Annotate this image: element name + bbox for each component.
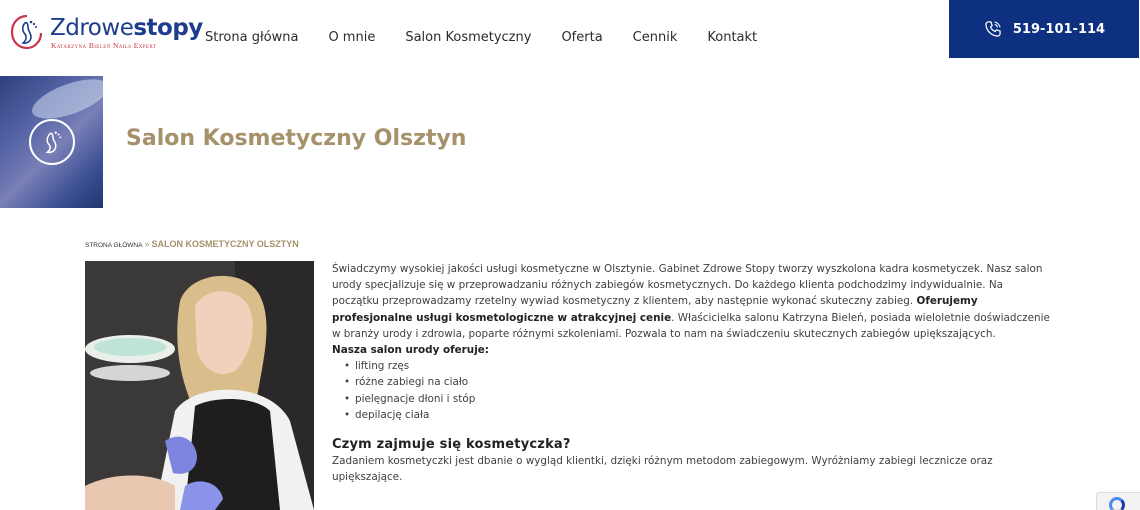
nav-item-home[interactable]: Strona główna (205, 30, 298, 45)
site-header: Zdrowestopy Katarzyna Bieleń Nails Exper… (0, 0, 1140, 76)
page-title: Salon Kosmetyczny Olsztyn (126, 126, 467, 151)
logo-wordmark: Zdrowestopy (50, 15, 203, 41)
list-item: pielęgnacje dłoni i stóp (344, 391, 1052, 407)
breadcrumb-separator: » (144, 239, 150, 249)
nav-item-pricing[interactable]: Cennik (633, 30, 678, 45)
nav-item-salon[interactable]: Salon Kosmetyczny (405, 30, 531, 45)
nav-item-offer[interactable]: Oferta (561, 30, 602, 45)
nav-item-about[interactable]: O mnie (328, 30, 375, 45)
recaptcha-icon (1109, 497, 1125, 510)
list-item: lifting rzęs (344, 358, 1052, 374)
breadcrumb: Strona główna» Salon Kosmetyczny Olsztyn (85, 234, 299, 252)
page-hero: Salon Kosmetyczny Olsztyn (0, 76, 1140, 208)
phone-button[interactable]: 519-101-114 (949, 0, 1139, 58)
phone-icon (985, 21, 1001, 37)
recaptcha-badge[interactable] (1096, 492, 1140, 510)
list-item: różne zabiegi na ciało (344, 374, 1052, 390)
hero-image (0, 76, 103, 208)
main-nav: Strona główna O mnie Salon Kosmetyczny O… (205, 30, 787, 45)
breadcrumb-home-link[interactable]: Strona główna (85, 242, 142, 249)
nav-item-contact[interactable]: Kontakt (707, 30, 757, 45)
foot-logo-icon (10, 14, 43, 50)
phone-number: 519-101-114 (1012, 21, 1106, 37)
article-content: Świadczymy wysokiej jakości usługi kosme… (332, 261, 1052, 486)
cosmetician-photo (85, 261, 314, 510)
offer-heading: Nasza salon urody oferuje: (332, 344, 489, 357)
section-heading: Czym zajmuje się kosmetyczka? (332, 437, 571, 453)
intro-paragraph: Świadczymy wysokiej jakości usługi kosme… (332, 263, 1050, 340)
offer-list: lifting rzęs różne zabiegi na ciało piel… (332, 358, 1052, 423)
site-logo[interactable]: Zdrowestopy Katarzyna Bieleń Nails Exper… (10, 14, 203, 54)
breadcrumb-current: Salon Kosmetyczny Olsztyn (151, 239, 299, 249)
logo-tagline: Katarzyna Bieleń Nails Expert (51, 41, 157, 50)
section-paragraph: Zadaniem kosmetyczki jest dbanie o wyglą… (332, 455, 993, 484)
list-item: depilację ciała (344, 407, 1052, 423)
foot-emblem-icon (29, 119, 75, 165)
